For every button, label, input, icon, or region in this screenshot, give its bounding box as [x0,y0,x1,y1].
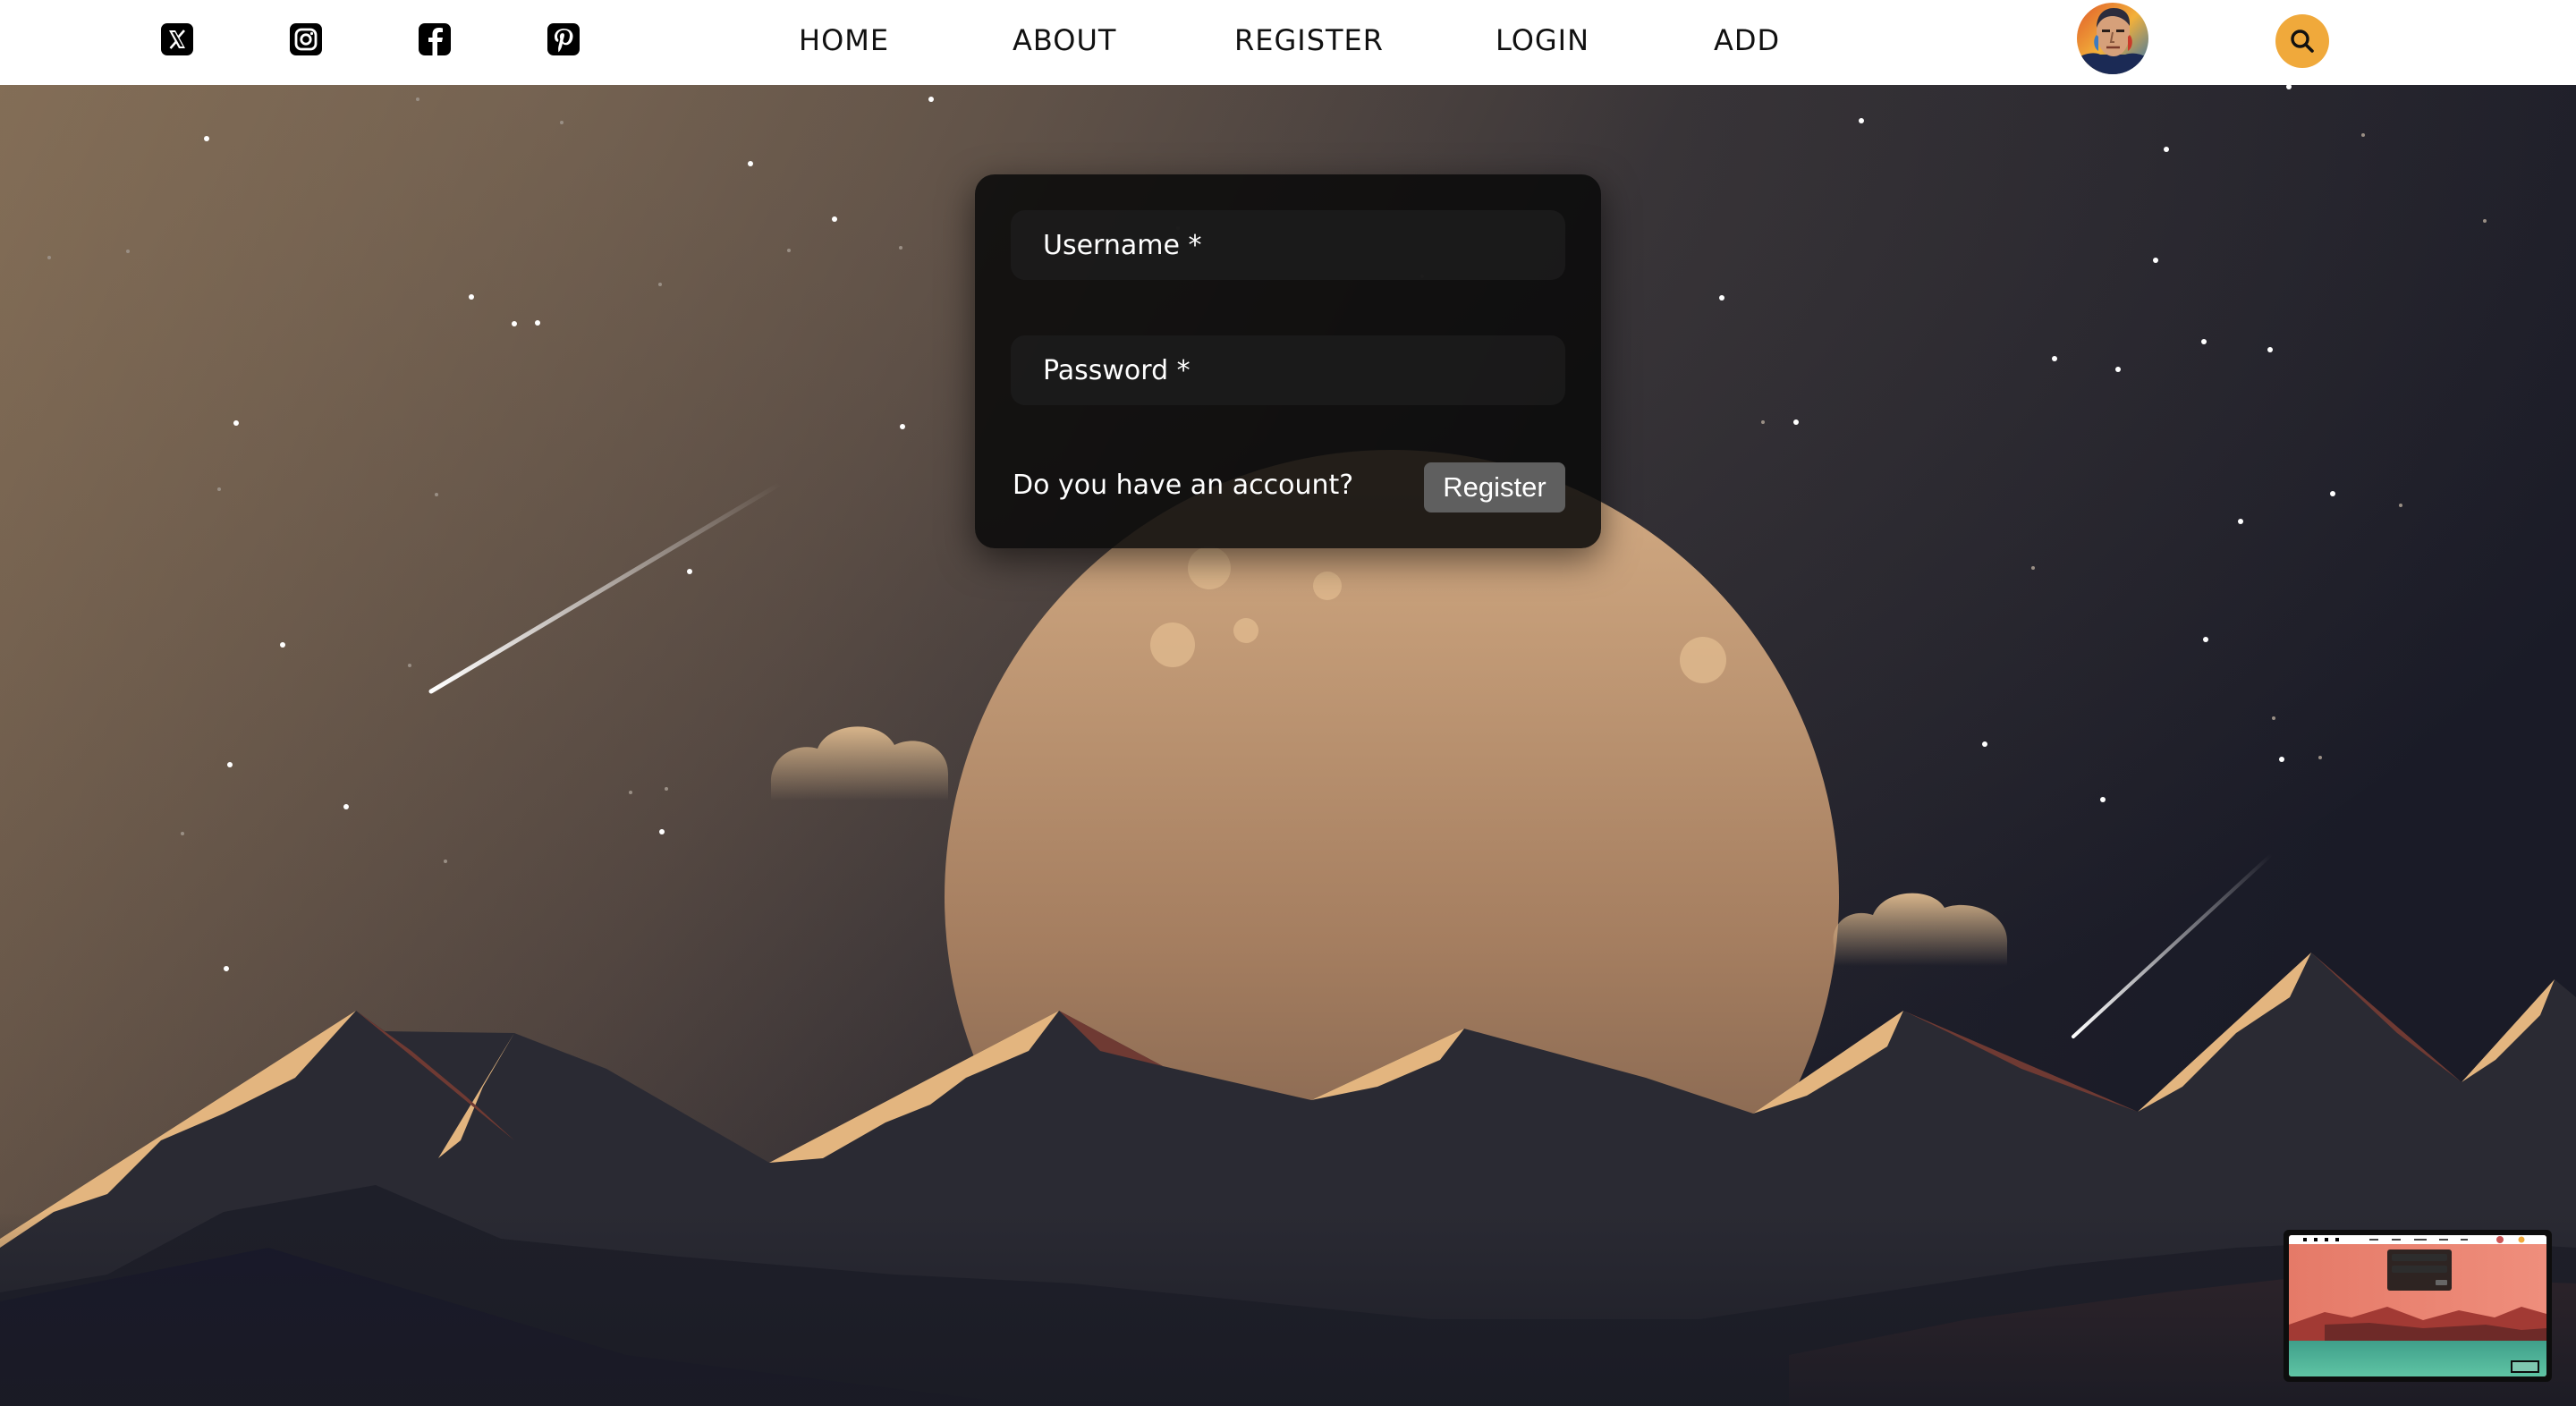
star [2318,756,2322,759]
star [2361,133,2365,137]
x-icon[interactable] [159,21,195,57]
star [2031,566,2035,570]
star [900,424,905,429]
star [535,320,540,326]
star [787,249,791,252]
star [748,161,753,166]
star [659,829,665,834]
nav-add[interactable]: ADD [1714,18,1780,63]
star [665,787,668,791]
star [2267,347,2273,352]
star [2153,258,2158,263]
star [469,294,474,300]
star [204,136,209,141]
star [2238,519,2243,524]
star [217,487,221,491]
preview-thumbnail[interactable] [2284,1230,2552,1382]
star [629,791,632,794]
top-navigation-bar: HOME ABOUT REGISTER LOGIN ADD [0,0,2576,85]
star [2201,339,2207,344]
star [444,860,447,863]
preview-image [2289,1235,2546,1376]
star [658,283,662,286]
star [47,256,51,259]
star [1793,419,1799,425]
star [2330,491,2335,496]
star [408,664,411,667]
star [181,832,184,835]
search-button[interactable] [2275,14,2329,68]
star [280,642,285,648]
star [560,121,564,124]
password-input[interactable] [1011,335,1565,405]
nav-about[interactable]: ABOUT [1013,18,1116,63]
star [2203,637,2208,642]
star [2115,367,2121,372]
star [233,420,239,426]
register-button[interactable]: Register [1424,462,1565,512]
star [2279,757,2284,762]
star [928,97,934,102]
star [899,246,902,250]
star [435,493,438,496]
star [2272,716,2275,720]
search-icon [2291,30,2314,53]
star [832,216,837,222]
star [2399,504,2402,507]
star [1982,741,1987,747]
star [224,966,229,971]
nav-register[interactable]: REGISTER [1234,18,1384,63]
facebook-icon[interactable] [417,21,453,57]
star [227,762,233,767]
password-field-wrapper [1011,335,1565,405]
login-form: Do you have an account? Register [975,174,1601,548]
star [1719,295,1724,301]
pinterest-icon[interactable] [546,21,581,57]
star [687,569,692,574]
star [2052,356,2057,361]
star [126,250,130,253]
star [2483,219,2487,223]
star [2164,147,2169,152]
user-avatar[interactable] [2077,3,2148,74]
star [512,321,517,326]
instagram-icon[interactable] [288,21,324,57]
star [2100,797,2106,802]
username-field-wrapper [1011,210,1565,280]
star [416,97,419,101]
username-input[interactable] [1011,210,1565,280]
nav-home[interactable]: HOME [799,18,889,63]
star [343,804,349,809]
nav-login[interactable]: LOGIN [1496,18,1589,63]
account-question: Do you have an account? [1013,470,1354,501]
star [1761,420,1765,424]
star [1859,118,1864,123]
